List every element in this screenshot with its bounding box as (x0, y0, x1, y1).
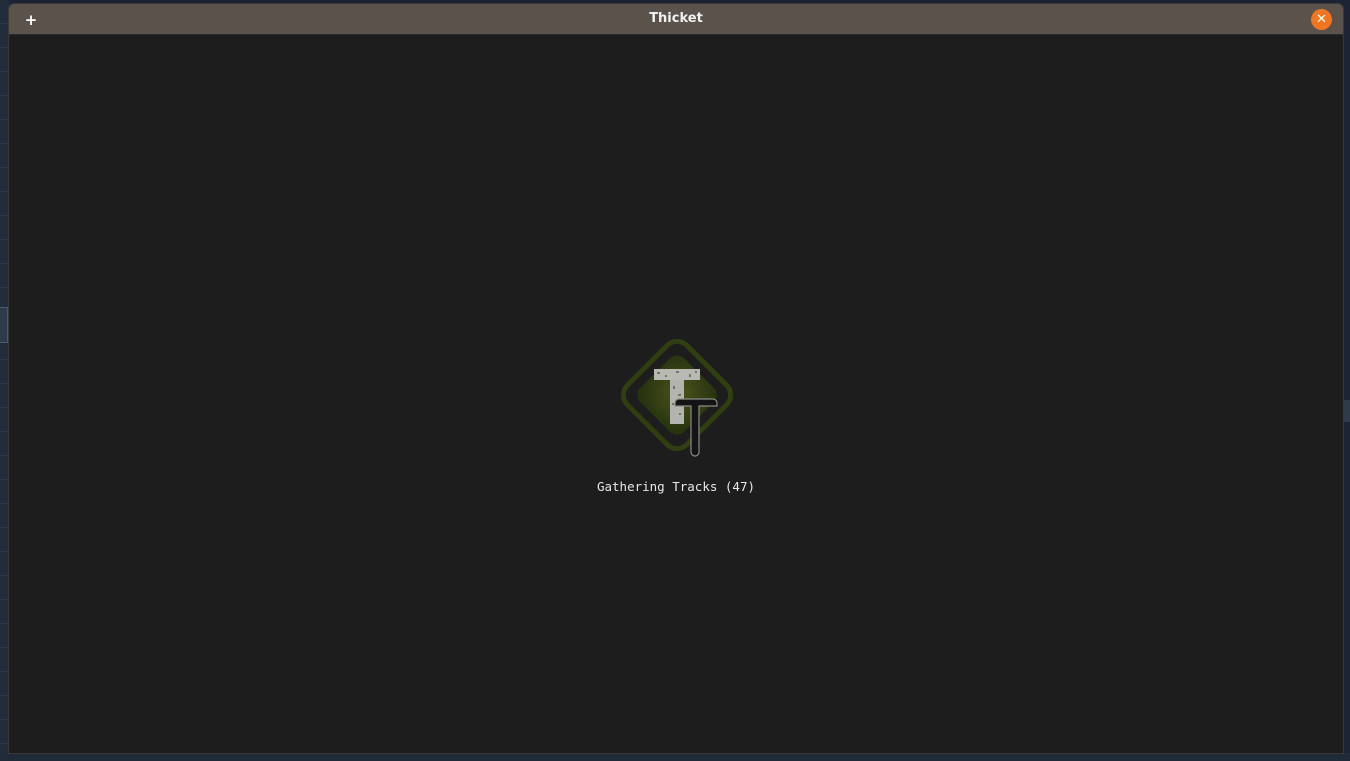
window-title: Thicket (649, 11, 703, 26)
background-window-bottom (0, 753, 1350, 761)
loading-screen: Gathering Tracks (47) (9, 35, 1343, 753)
title-bar[interactable]: + Thicket ✕ (9, 4, 1343, 35)
background-window-scrollbar (1344, 400, 1350, 422)
thicket-logo-icon (620, 338, 734, 457)
close-button[interactable]: ✕ (1311, 9, 1332, 30)
loading-status-text: Gathering Tracks (47) (596, 479, 756, 494)
background-window-tab (0, 307, 8, 343)
app-window: + Thicket ✕ Gathering Tracks (47) (8, 3, 1344, 754)
